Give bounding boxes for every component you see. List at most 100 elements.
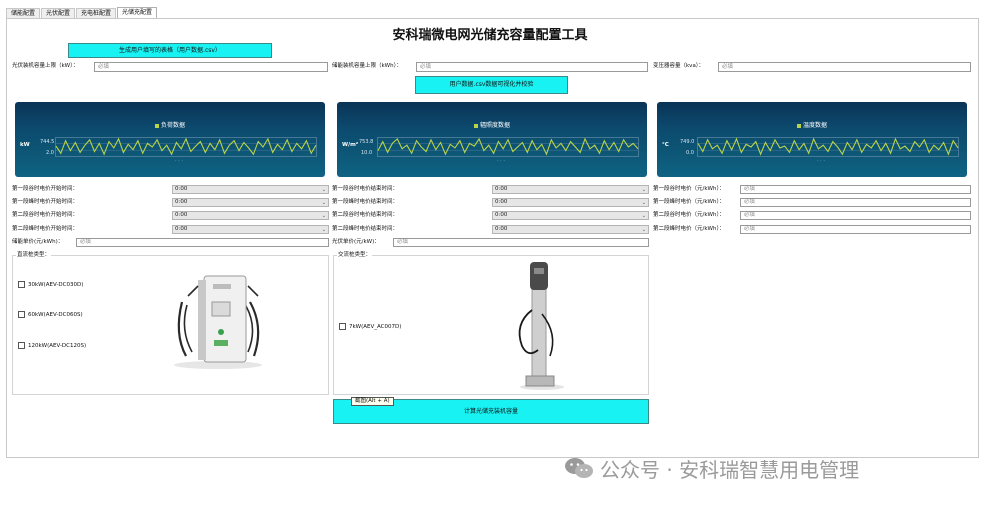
x-tick-labels: · · · (497, 158, 505, 164)
peak1-price-label: 第一段峰时电价（元/kWh）： (653, 199, 725, 205)
y-tick-bottom: 0.0 (686, 150, 694, 156)
selected-value: 0:00 (175, 186, 188, 192)
chevron-down-icon: ⌄ (321, 213, 326, 219)
legend-label: 温度数据 (802, 122, 827, 129)
peak2-price-input[interactable]: 必填 (740, 225, 971, 234)
wechat-icon (565, 458, 593, 478)
storage-upper-input[interactable]: 必填 (416, 62, 648, 72)
selected-value: 0:00 (175, 212, 188, 218)
peak2-end-label: 第二段峰时电价结束时间： (332, 226, 399, 232)
page-title: 安科瑞微电网光储充容量配置工具 (392, 28, 588, 43)
valley2-start-label: 第二段谷时电价开始时间： (12, 212, 79, 218)
x-tick-labels: · · · (175, 158, 183, 164)
legend-swatch (473, 123, 478, 128)
dc-option-60kw[interactable]: 60kW(AEV-DC060S) (18, 311, 83, 318)
chart-legend: 负荷数据 (15, 120, 325, 129)
y-tick-top: 744.5 (40, 139, 55, 145)
dc-charger-image (174, 275, 262, 369)
selected-value: 0:00 (495, 212, 508, 218)
storage-price-label: 储能单价(元/kWh)： (12, 239, 64, 245)
series-line (55, 137, 317, 156)
dc-option-120kw[interactable]: 120kW(AEV-DC120S) (18, 342, 86, 349)
y-tick-bottom: 10.0 (361, 150, 373, 156)
peak1-price-input[interactable]: 必填 (740, 198, 971, 207)
y-tick-top: 753.8 (359, 139, 374, 145)
chevron-down-icon: ⌄ (641, 200, 646, 206)
peak1-end-select[interactable]: 0:00 ⌄ (492, 198, 649, 207)
peak1-start-select[interactable]: 0:00 ⌄ (172, 198, 329, 207)
transformer-label: 变压器容量（kva）： (653, 63, 705, 69)
selected-value: 0:00 (175, 226, 188, 232)
y-tick-bottom: 2.0 (46, 150, 54, 156)
chevron-down-icon: ⌄ (321, 227, 326, 233)
peak2-start-select[interactable]: 0:00 ⌄ (172, 225, 329, 234)
load-data-chart: 负荷数据 kW 744.5 2.0 · · · (15, 102, 325, 177)
pv-price-input[interactable]: 必填 (393, 238, 649, 247)
pv-price-label: 光伏单价(元/kW)： (332, 239, 380, 245)
screenshot-tooltip: 截图(Alt + A) (351, 397, 394, 406)
y-axis-label: °C (662, 142, 669, 148)
generate-template-button[interactable]: 生成用户填写的表格（用户数据.csv） (68, 43, 272, 58)
ac-group-title: 交流桩类型： (337, 250, 373, 258)
option-label: 60kW(AEV-DC060S) (28, 311, 83, 318)
option-label: 30kW(AEV-DC030D) (28, 281, 84, 288)
valley2-start-select[interactable]: 0:00 ⌄ (172, 211, 329, 220)
temperature-data-chart: 温度数据 °C 749.0 0.0 · · · (657, 102, 967, 177)
valley2-end-select[interactable]: 0:00 ⌄ (492, 211, 649, 220)
pv-upper-input[interactable]: 必填 (94, 62, 328, 72)
y-axis-label: kW (20, 142, 30, 148)
selected-value: 0:00 (495, 186, 508, 192)
selected-value: 0:00 (175, 199, 188, 205)
valley2-price-label: 第二段谷时电价（元/kWh）： (653, 212, 725, 218)
option-label: 120kW(AEV-DC120S) (28, 342, 87, 349)
storage-price-input[interactable]: 必填 (76, 238, 329, 247)
series-line (697, 137, 959, 156)
legend-swatch (154, 123, 159, 128)
valley1-end-label: 第一段谷时电价结束时间： (332, 186, 399, 192)
ac-charger-image (518, 262, 564, 390)
y-axis-label: W/m² (342, 142, 359, 148)
chevron-down-icon: ⌄ (641, 187, 646, 193)
peak2-price-label: 第二段峰时电价（元/kWh）： (653, 226, 725, 232)
load-series-plot (55, 137, 317, 157)
peak1-start-label: 第一段峰时电价开始时间： (12, 199, 79, 205)
checkbox[interactable] (18, 311, 25, 318)
ac-option-7kw[interactable]: 7kW(AEV_AC007D) (339, 323, 401, 330)
selected-value: 0:00 (495, 199, 508, 205)
checkbox[interactable] (18, 342, 25, 349)
x-tick-labels: · · · (817, 158, 825, 164)
legend-label: 负荷数据 (160, 122, 185, 129)
chevron-down-icon: ⌄ (641, 213, 646, 219)
pv-upper-label: 光伏装机容量上限（kW）： (12, 63, 79, 69)
temperature-series-plot (697, 137, 959, 157)
peak2-start-label: 第二段峰时电价开始时间： (12, 226, 79, 232)
checkbox[interactable] (18, 281, 25, 288)
valley1-price-label: 第一段谷时电价（元/kWh）： (653, 186, 725, 192)
peak1-end-label: 第一段峰时电价结束时间： (332, 199, 399, 205)
dc-group-title: 直流桩类型： (16, 250, 52, 258)
peak2-end-select[interactable]: 0:00 ⌄ (492, 225, 649, 234)
valley1-price-input[interactable]: 必填 (740, 185, 971, 194)
chevron-down-icon: ⌄ (321, 187, 326, 193)
chart-legend: 温度数据 (657, 120, 967, 129)
option-label: 7kW(AEV_AC007D) (349, 323, 402, 330)
legend-label: 辐照度数据 (479, 122, 510, 129)
chevron-down-icon: ⌄ (321, 200, 326, 206)
legend-swatch (796, 123, 801, 128)
y-tick-top: 749.0 (680, 139, 695, 145)
valley1-start-select[interactable]: 0:00 ⌄ (172, 185, 329, 194)
valley2-price-input[interactable]: 必填 (740, 211, 971, 220)
selected-value: 0:00 (495, 226, 508, 232)
visualize-button[interactable]: 用户数据.csv数据可视化并校验 (415, 76, 568, 94)
dc-option-30kw[interactable]: 30kW(AEV-DC030D) (18, 281, 83, 288)
irradiance-data-chart: 辐照度数据 W/m² 753.8 10.0 · · · (337, 102, 647, 177)
series-line (377, 137, 639, 156)
checkbox[interactable] (339, 323, 346, 330)
watermark-text: 公众号 · 安科瑞智慧用电管理 (600, 457, 860, 482)
storage-upper-label: 储能装机容量上限（kWh）： (332, 63, 402, 69)
irradiance-series-plot (377, 137, 639, 157)
transformer-input[interactable]: 必填 (718, 62, 971, 72)
valley1-start-label: 第一段谷时电价开始时间： (12, 186, 79, 192)
valley1-end-select[interactable]: 0:00 ⌄ (492, 185, 649, 194)
chart-legend: 辐照度数据 (337, 120, 647, 129)
